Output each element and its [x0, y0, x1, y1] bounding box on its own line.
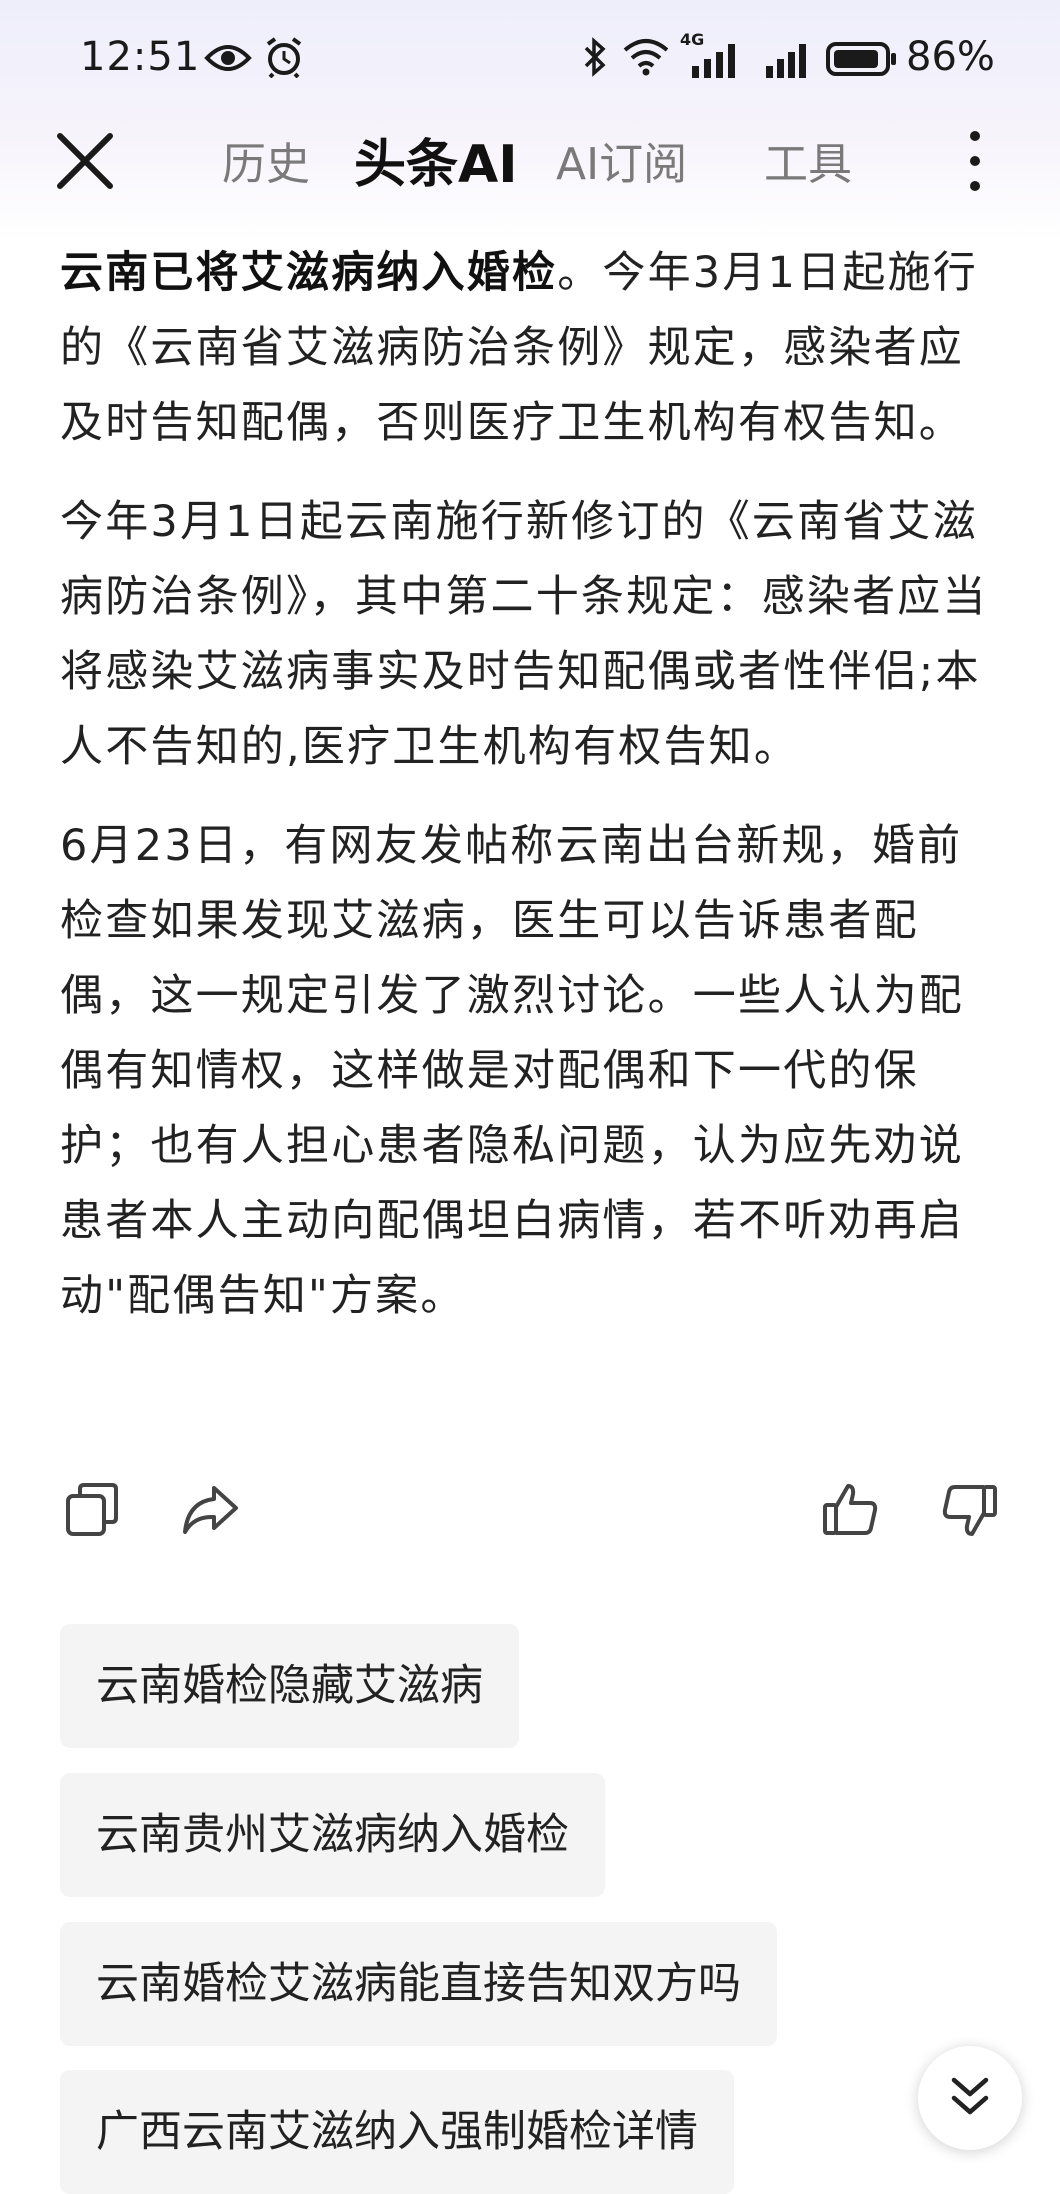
tab-history[interactable]: 历史	[222, 128, 310, 192]
status-bar: 12:51 4G 86%	[0, 28, 1060, 88]
alarm-icon	[266, 37, 302, 78]
tab-ai-subscription[interactable]: AI订阅	[556, 128, 687, 192]
answer-headline: 云南已将艾滋病纳入婚检	[60, 248, 558, 298]
suggestion-chip-1[interactable]: 云南婚检隐藏艾滋病	[60, 1624, 519, 1748]
close-icon[interactable]	[50, 126, 120, 196]
bluetooth-icon	[584, 37, 606, 77]
eye-icon	[204, 45, 252, 71]
answer-paragraph-2: 今年3月1日起云南施行新修订的《云南省艾滋病防治条例》，其中第二十条规定：感染者…	[60, 497, 988, 772]
answer-paragraph-3: 6月23日，有网友发帖称云南出台新规，婚前检查如果发现艾滋病，医生可以告诉患者配…	[60, 821, 964, 1321]
suggestion-chip-2[interactable]: 云南贵州艾滋病纳入婚检	[60, 1773, 605, 1897]
suggestion-chip-3[interactable]: 云南婚检艾滋病能直接告知双方吗	[60, 1922, 777, 2046]
thumbs-down-icon[interactable]	[940, 1480, 1000, 1540]
signal-bars-2-icon	[766, 44, 806, 78]
more-options-icon[interactable]	[960, 126, 990, 196]
share-icon[interactable]	[180, 1480, 240, 1540]
tab-tools[interactable]: 工具	[764, 128, 852, 192]
thumbs-up-icon[interactable]	[820, 1480, 880, 1540]
double-chevron-down-icon	[951, 2077, 989, 2115]
suggestion-chip-4[interactable]: 广西云南艾滋纳入强制婚检详情	[60, 2070, 734, 2194]
ai-answer-content: 云南已将艾滋病纳入婚检。今年3月1日起施行的《云南省艾滋病防治条例》规定，感染者…	[60, 236, 1005, 1358]
answer-paragraph-1: 云南已将艾滋病纳入婚检。今年3月1日起施行的《云南省艾滋病防治条例》规定，感染者…	[60, 236, 1005, 461]
mobile-signal-4g-icon: 4G	[680, 30, 744, 80]
copy-icon[interactable]	[62, 1480, 122, 1540]
wifi-icon	[623, 39, 669, 76]
scroll-to-bottom-button[interactable]	[918, 2046, 1022, 2150]
tab-toutiao-ai[interactable]: 头条AI	[354, 122, 518, 197]
top-nav-bar: 历史 头条AI AI订阅 工具	[0, 110, 1060, 200]
status-time: 12:51	[80, 34, 201, 80]
battery-icon	[826, 42, 896, 76]
signal-bars-icon	[692, 44, 735, 78]
battery-percentage: 86%	[906, 34, 995, 80]
